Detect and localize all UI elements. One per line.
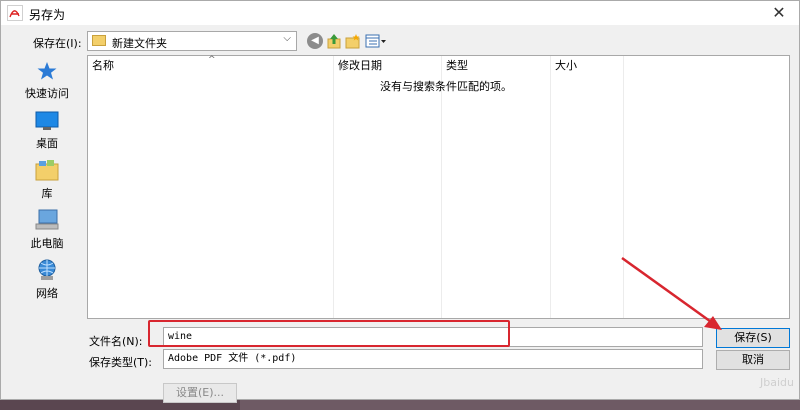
watermark-text: Jbaidu <box>760 376 794 389</box>
annotation-arrow <box>621 256 722 330</box>
